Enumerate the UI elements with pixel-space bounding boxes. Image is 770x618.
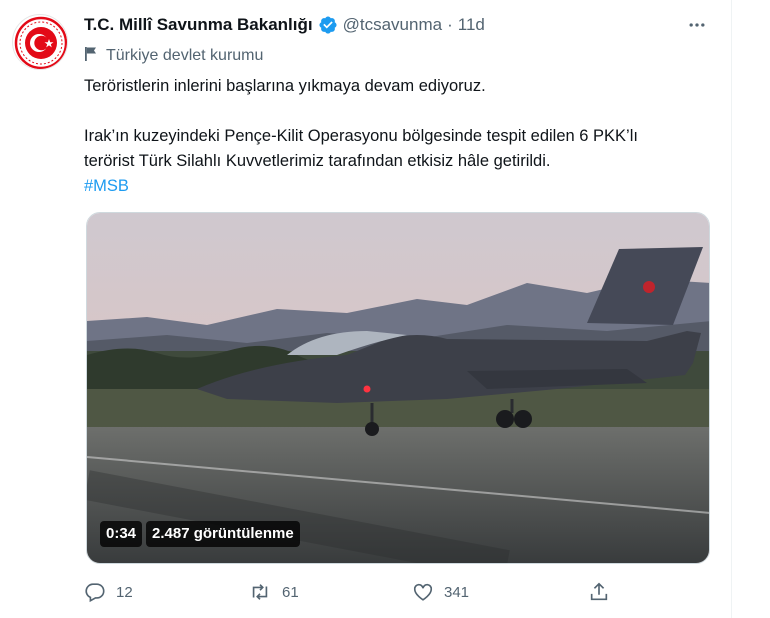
account-label: Türkiye devlet kurumu [84, 45, 263, 67]
avatar[interactable] [12, 14, 68, 70]
reply-button[interactable]: 12 [84, 578, 164, 606]
retweet-button[interactable]: 61 [248, 578, 328, 606]
retweet-count: 61 [282, 583, 299, 601]
more-icon[interactable] [680, 10, 714, 40]
verified-badge-icon [318, 15, 338, 35]
tweet-text-line: terörist Türk Silahlı Kuvvetlerimiz tara… [84, 152, 551, 170]
tweet-timestamp[interactable]: 11d [458, 15, 485, 35]
ministry-emblem-icon [14, 16, 67, 69]
like-button[interactable]: 341 [412, 578, 502, 606]
share-icon [588, 581, 610, 603]
account-label-text[interactable]: Türkiye devlet kurumu [106, 47, 263, 65]
tweet-header: T.C. Millî Savunma Bakanlığı @tcsavunma … [84, 13, 485, 37]
video-player[interactable] [86, 212, 710, 564]
video-overlay: 0:34 2.487 görüntülenme [100, 521, 300, 547]
hashtag-link[interactable]: #MSB [84, 177, 129, 195]
like-count: 341 [444, 583, 470, 601]
video-thumbnail [87, 213, 709, 563]
retweet-icon [248, 581, 272, 603]
heart-icon [412, 581, 434, 603]
author-handle[interactable]: @tcsavunma [343, 15, 442, 35]
video-duration: 0:34 [100, 521, 143, 547]
reply-icon [84, 581, 106, 603]
share-button[interactable] [588, 578, 618, 606]
tweet-text-line: Teröristlerin inlerini başlarına yıkmaya… [84, 77, 486, 95]
column-divider [731, 0, 732, 618]
video-view-count: 2.487 görüntülenme [146, 521, 300, 547]
author-name[interactable]: T.C. Millî Savunma Bakanlığı [84, 15, 313, 35]
separator-dot: · [447, 15, 453, 34]
reply-count: 12 [116, 583, 133, 601]
tweet-text: Teröristlerin inlerini başlarına yıkmaya… [84, 74, 724, 199]
flag-icon [84, 46, 98, 67]
tweet-text-line: Irak’ın kuzeyindeki Pençe-Kilit Operasyo… [84, 127, 638, 145]
